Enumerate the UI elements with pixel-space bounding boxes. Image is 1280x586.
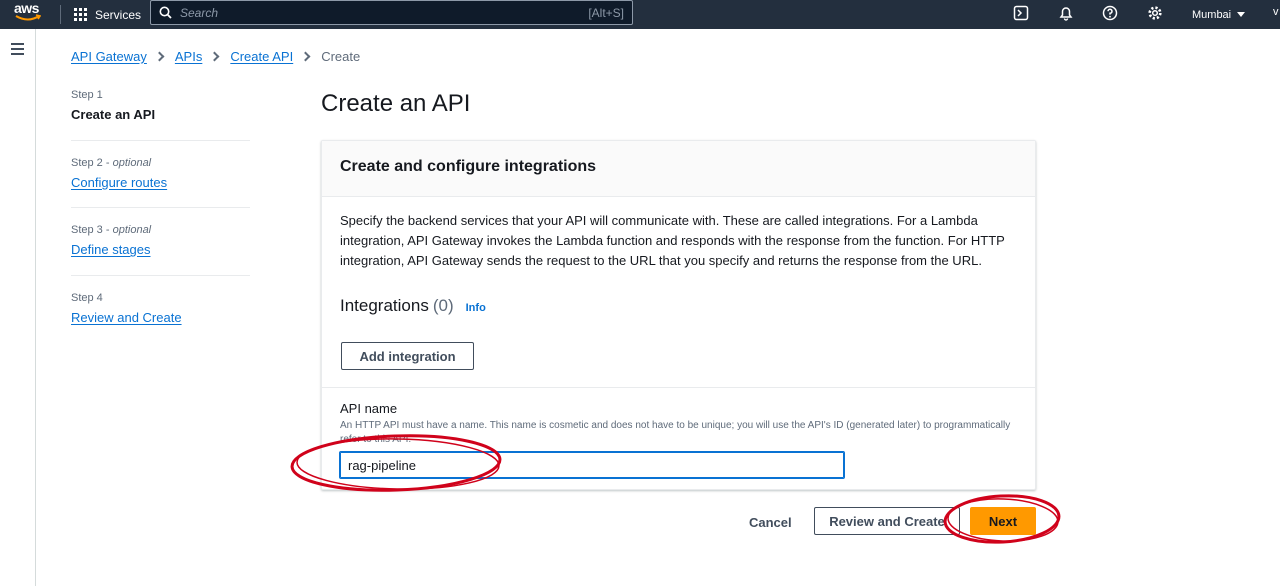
review-and-create-button[interactable]: Review and Create xyxy=(814,507,960,535)
chevron-right-icon xyxy=(209,51,220,62)
step-1: Step 1 Create an API xyxy=(71,89,250,140)
caret-down-icon xyxy=(1237,12,1246,17)
breadcrumb-current: Create xyxy=(321,49,361,64)
card-title: Create and configure integrations xyxy=(340,158,597,175)
cloudshell-icon[interactable] xyxy=(1012,4,1030,22)
integrations-count: (0) xyxy=(432,296,454,315)
chevron-right-icon xyxy=(300,51,311,62)
step-link-configure-routes[interactable]: Configure routes xyxy=(71,175,250,190)
step-number: Step 4 xyxy=(71,292,103,304)
integrations-card: Create and configure integrations Specif… xyxy=(321,140,1036,490)
region-selector[interactable]: Mumbai xyxy=(1192,0,1246,29)
integrations-label: Integrations xyxy=(340,296,429,315)
step-4: Step 4 Review and Create xyxy=(71,276,250,325)
card-header: Create and configure integrations xyxy=(322,141,1035,197)
search-input[interactable]: Search xyxy=(180,6,218,20)
next-button[interactable]: Next xyxy=(970,507,1036,535)
card-description: Specify the backend services that your A… xyxy=(340,213,1005,268)
breadcrumb: API Gateway APIs Create API Create xyxy=(71,49,360,64)
breadcrumb-apis[interactable]: APIs xyxy=(175,49,202,64)
aws-logo[interactable]: aws xyxy=(14,0,46,24)
step-number-text: Step 3 xyxy=(71,224,103,236)
api-name-label: API name xyxy=(340,401,398,416)
step-number: Step 3 - optional xyxy=(71,224,152,236)
api-name-hint: An HTTP API must have a name. This name … xyxy=(340,420,1011,445)
wizard-steps: Step 1 Create an API Step 2 - optional C… xyxy=(71,89,250,325)
step-title-current: Create an API xyxy=(71,107,156,122)
help-icon[interactable] xyxy=(1101,4,1119,22)
step-number: Step 2 - optional xyxy=(71,157,152,169)
cancel-button[interactable]: Cancel xyxy=(735,508,806,536)
menu-icon[interactable] xyxy=(11,43,24,58)
breadcrumb-create-api[interactable]: Create API xyxy=(230,49,293,64)
api-name-input[interactable] xyxy=(339,451,845,479)
search-box[interactable]: Search [Alt+S] xyxy=(150,0,633,25)
services-label: Services xyxy=(95,7,142,22)
page-title: Create an API xyxy=(321,90,471,117)
card-divider xyxy=(322,387,1035,388)
chevron-right-icon xyxy=(154,51,165,62)
search-icon xyxy=(159,6,172,19)
step-2: Step 2 - optional Configure routes xyxy=(71,141,250,207)
nav-divider xyxy=(60,5,61,24)
aws-smile-icon xyxy=(15,14,41,21)
step-link-define-stages[interactable]: Define stages xyxy=(71,242,250,257)
settings-icon[interactable] xyxy=(1146,4,1164,22)
search-shortcut: [Alt+S] xyxy=(588,5,624,20)
region-label: Mumbai xyxy=(1192,8,1232,21)
integrations-heading: Integrations (0) Info xyxy=(340,296,486,316)
step-3: Step 3 - optional Define stages xyxy=(71,208,250,275)
breadcrumb-api-gateway[interactable]: API Gateway xyxy=(71,49,147,64)
top-navigation: aws Services Search [Alt+S] Mumbai v xyxy=(0,0,1280,29)
user-menu[interactable]: v xyxy=(1273,6,1279,18)
step-link-review-and-create[interactable]: Review and Create xyxy=(71,310,250,325)
side-rail xyxy=(0,29,36,586)
step-optional: optional xyxy=(112,224,152,236)
add-integration-button[interactable]: Add integration xyxy=(341,342,474,370)
step-optional: optional xyxy=(112,157,152,169)
apps-grid-icon xyxy=(74,8,87,21)
step-number-text: Step 2 xyxy=(71,157,103,169)
step-number: Step 1 xyxy=(71,89,103,101)
bell-icon[interactable] xyxy=(1057,4,1075,22)
services-menu-button[interactable]: Services xyxy=(74,0,141,29)
info-link[interactable]: Info xyxy=(466,302,486,314)
